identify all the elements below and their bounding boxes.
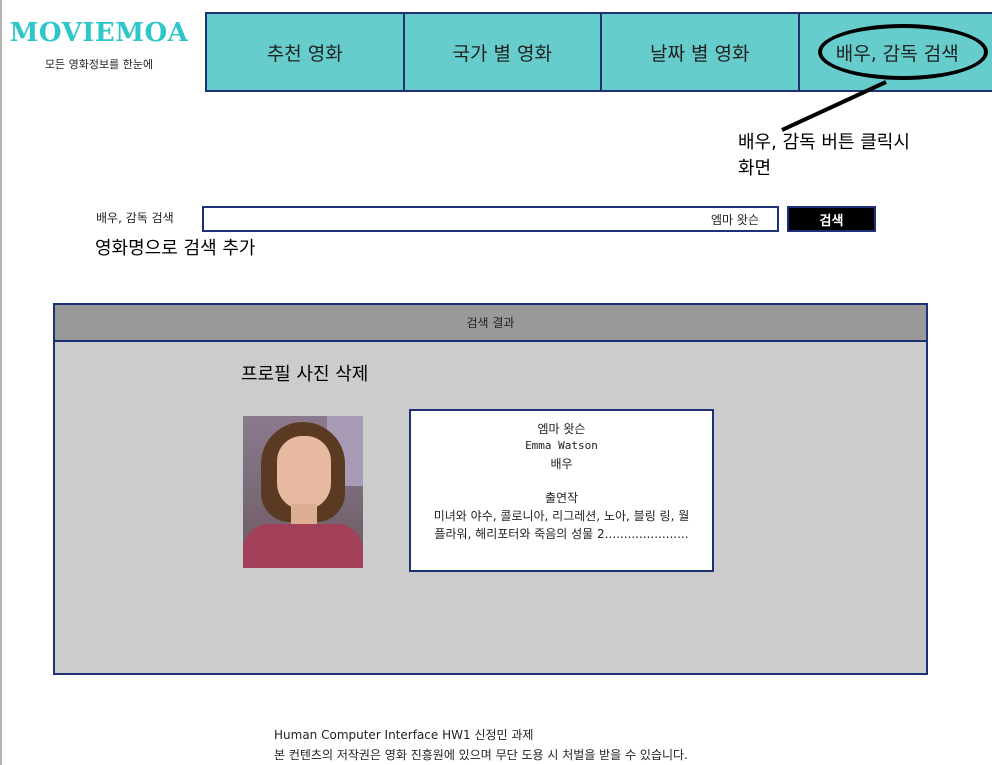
footer-credit: Human Computer Interface HW1 신정민 과제	[274, 728, 534, 742]
person-role: 배우	[550, 456, 573, 471]
search-button[interactable]: 검색	[787, 206, 876, 232]
annotation-nav-click-line2: 화면	[738, 158, 772, 180]
logo-subtitle: 모든 영화정보를 한눈에	[44, 58, 154, 71]
works-title: 출연작	[544, 490, 579, 505]
logo-title: MOVIEMOA	[9, 18, 189, 48]
works-list: 미녀와 야수, 콜로니아, 리그레션, 노아, 블링 링, 월플라워, 해리포터…	[433, 508, 690, 541]
annotation-nav-click: 배우, 감독 버튼 클릭시 화면	[738, 130, 910, 182]
person-info-card[interactable]: 엠마 왓슨 Emma Watson 배우 출연작 미녀와 야수, 콜로니아, 리…	[409, 409, 714, 572]
nav-item-recommended[interactable]: 추천 영화	[207, 14, 405, 90]
nav-item-by-date[interactable]: 날짜 별 영화	[602, 14, 800, 90]
logo[interactable]: MOVIEMOA 모든 영화정보를 한눈에	[4, 18, 194, 72]
profile-photo	[243, 416, 363, 568]
search-label: 배우, 감독 검색	[96, 211, 174, 225]
annotation-photo-delete: 프로필 사진 삭제	[241, 364, 369, 385]
left-border-rule	[0, 0, 2, 765]
footer: Human Computer Interface HW1 신정민 과제 본 컨텐…	[274, 725, 688, 765]
footer-copyright: 본 컨텐츠의 저작권은 영화 진흥원에 있으며 무단 도용 시 처벌을 받을 수…	[274, 748, 688, 763]
nav-item-actor-director-search[interactable]: 배우, 감독 검색	[800, 14, 992, 90]
person-name-en: Emma Watson	[525, 439, 598, 452]
annotation-nav-click-line1: 배우, 감독 버튼 클릭시	[738, 132, 910, 153]
search-input[interactable]	[202, 206, 779, 232]
photo-neck	[291, 504, 317, 526]
photo-dress	[243, 524, 363, 568]
search-result-header: 검색 결과	[55, 305, 926, 342]
annotation-search-add: 영화명으로 검색 추가	[95, 238, 256, 259]
photo-face	[277, 436, 331, 510]
main-nav: 추천 영화 국가 별 영화 날짜 별 영화 배우, 감독 검색	[205, 12, 992, 92]
person-name-ko: 엠마 왓슨	[537, 422, 586, 436]
nav-item-by-country[interactable]: 국가 별 영화	[405, 14, 602, 90]
